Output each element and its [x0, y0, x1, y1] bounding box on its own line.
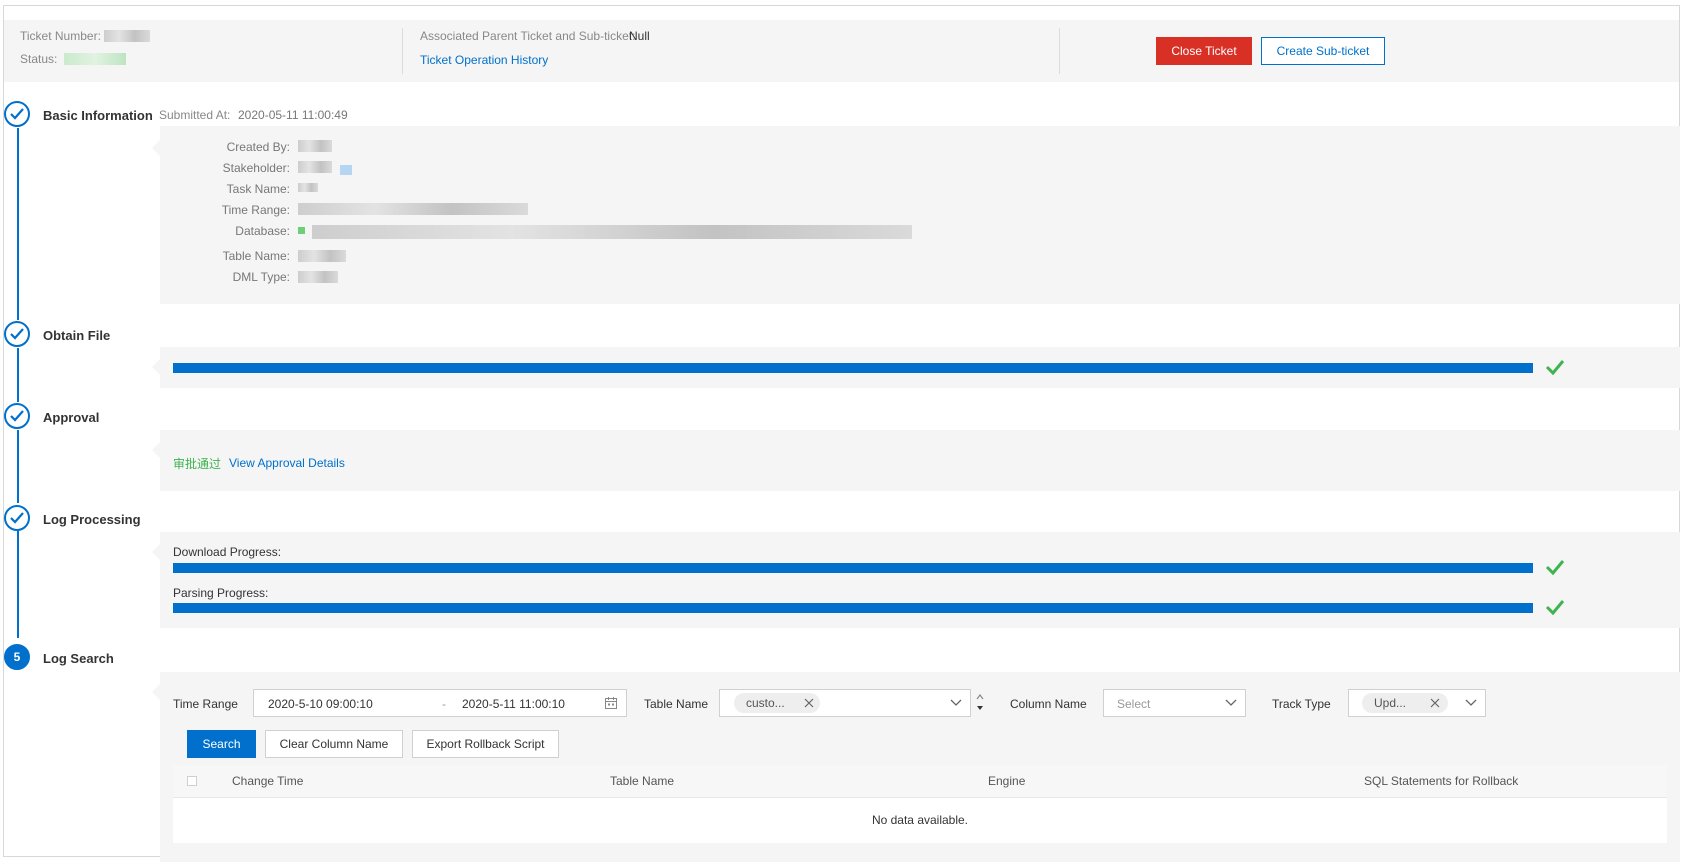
timeline-line — [17, 531, 19, 638]
step-title-log-processing: Log Processing — [43, 512, 141, 527]
submitted-at-label: Submitted At: — [159, 108, 231, 122]
database-status-dot — [298, 227, 305, 234]
database-label: Database: — [235, 224, 290, 238]
clear-column-name-button[interactable]: Clear Column Name — [265, 730, 403, 758]
header-divider — [402, 28, 403, 74]
approval-status-text: 审批通过 — [173, 457, 222, 471]
task-name-label: Task Name: — [226, 182, 290, 196]
results-table: Change Time Table Name Engine SQL Statem… — [173, 765, 1667, 843]
sort-stepper-icon[interactable] — [975, 691, 985, 715]
chevron-down-icon[interactable] — [950, 699, 962, 707]
step-active-number: 5 — [4, 644, 30, 670]
ticket-number-value-redacted — [104, 30, 150, 42]
time-range-value-redacted — [298, 203, 528, 215]
column-name-placeholder: Select — [1117, 697, 1151, 711]
ticket-header: Ticket Number: Status: Associated Parent… — [4, 20, 1679, 82]
track-type-filter-label: Track Type — [1272, 697, 1331, 711]
time-range-label: Time Range: — [221, 203, 290, 217]
task-name-value-redacted — [298, 183, 318, 192]
close-icon[interactable] — [804, 698, 814, 708]
panel-pointer — [152, 140, 160, 156]
obtain-file-panel — [152, 347, 1680, 388]
search-button[interactable]: Search — [187, 730, 256, 758]
associated-ticket-label: Associated Parent Ticket and Sub-ticket: — [420, 29, 636, 43]
calendar-icon[interactable] — [604, 696, 618, 710]
log-search-panel: Time Range 2020-5-10 09:00:10 - 2020-5-1… — [152, 672, 1680, 862]
stakeholder-label: Stakeholder: — [222, 161, 290, 175]
column-name-filter-label: Column Name — [1010, 697, 1087, 711]
export-rollback-script-button[interactable]: Export Rollback Script — [412, 730, 559, 758]
table-name-label: Table Name: — [222, 249, 290, 263]
step-complete-icon — [4, 101, 30, 127]
submitted-at-value: 2020-05-11 11:00:49 — [238, 108, 348, 122]
table-name-filter-label: Table Name — [644, 697, 709, 711]
time-end-value[interactable]: 2020-5-11 11:00:10 — [462, 697, 565, 711]
column-name-select[interactable]: Select — [1103, 689, 1246, 717]
created-by-label: Created By: — [226, 140, 290, 154]
database-value-redacted — [312, 225, 912, 239]
close-ticket-button[interactable]: Close Ticket — [1156, 37, 1252, 65]
empty-table-message: No data available. — [871, 813, 969, 827]
track-type-tag[interactable]: Upd... — [1362, 693, 1448, 713]
step-complete-icon — [4, 321, 30, 347]
panel-pointer — [152, 544, 160, 560]
stakeholder-value-redacted — [298, 161, 332, 173]
table-name-value-redacted — [298, 250, 346, 262]
time-range-separator: - — [442, 697, 446, 711]
step-complete-icon — [4, 505, 30, 531]
associated-ticket-value: Null — [629, 29, 650, 43]
step-title-log-search: Log Search — [43, 651, 114, 666]
time-range-picker[interactable]: 2020-5-10 09:00:10 - 2020-5-11 11:00:10 — [253, 689, 627, 717]
dml-type-value-redacted — [298, 271, 338, 283]
basic-information-panel: Created By: Stakeholder: Task Name: Time… — [152, 126, 1680, 304]
timeline-line — [17, 430, 19, 503]
column-header-change-time[interactable]: Change Time — [232, 774, 303, 788]
step-title-basic-information: Basic Information — [43, 108, 153, 123]
table-header: Change Time Table Name Engine SQL Statem… — [173, 765, 1667, 798]
table-name-select[interactable]: custo... — [719, 689, 971, 717]
column-header-table-name[interactable]: Table Name — [610, 774, 674, 788]
success-check-icon — [1545, 600, 1565, 616]
parsing-progress-bar — [173, 603, 1533, 613]
chevron-down-icon[interactable] — [1465, 699, 1477, 707]
step-title-obtain-file: Obtain File — [43, 328, 111, 343]
success-check-icon — [1545, 560, 1565, 576]
ticket-number-label: Ticket Number: — [20, 29, 101, 43]
panel-pointer — [152, 359, 160, 375]
view-approval-details-link[interactable]: View Approval Details — [229, 456, 345, 470]
panel-pointer — [152, 442, 160, 458]
timeline-line — [17, 128, 19, 320]
step-complete-icon — [4, 403, 30, 429]
approval-panel: 审批通过 View Approval Details — [152, 430, 1680, 491]
chevron-down-icon[interactable] — [1225, 699, 1237, 707]
column-header-sql-rollback[interactable]: SQL Statements for Rollback — [1364, 774, 1518, 788]
created-by-value-redacted — [298, 140, 332, 152]
create-subticket-button[interactable]: Create Sub-ticket — [1261, 37, 1385, 65]
track-type-select[interactable]: Upd... — [1348, 689, 1486, 717]
table-name-tag[interactable]: custo... — [734, 693, 820, 713]
success-check-icon — [1545, 360, 1565, 376]
time-start-value[interactable]: 2020-5-10 09:00:10 — [268, 697, 373, 711]
parsing-progress-label: Parsing Progress: — [173, 586, 269, 600]
status-label: Status: — [20, 52, 58, 66]
panel-pointer — [152, 684, 160, 700]
close-icon[interactable] — [1430, 698, 1440, 708]
column-header-engine[interactable]: Engine — [988, 774, 1025, 788]
download-progress-label: Download Progress: — [173, 545, 282, 559]
timeline-line — [17, 348, 19, 402]
download-progress-bar — [173, 563, 1533, 573]
table-name-tag-label: custo... — [746, 696, 785, 710]
obtain-file-progress-bar — [173, 363, 1533, 373]
header-divider — [1059, 28, 1060, 74]
stakeholder-avatar — [340, 165, 352, 175]
ticket-operation-history-link[interactable]: Ticket Operation History — [420, 53, 548, 67]
step-title-approval: Approval — [43, 410, 100, 425]
time-range-filter-label: Time Range — [173, 697, 238, 711]
dml-type-label: DML Type: — [232, 270, 290, 284]
track-type-tag-label: Upd... — [1374, 696, 1407, 710]
status-value-redacted — [64, 53, 126, 65]
log-processing-panel: Download Progress: Parsing Progress: — [152, 532, 1680, 628]
select-all-checkbox[interactable] — [187, 776, 197, 786]
